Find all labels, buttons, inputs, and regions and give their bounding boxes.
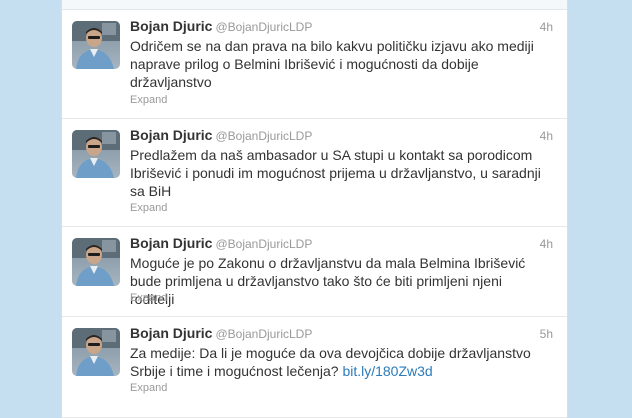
avatar[interactable] (72, 21, 120, 69)
tweet-text: Odričem se na dan prava na bilo kakvu po… (130, 38, 534, 90)
tweet-header: Bojan Djuric @BojanDjuricLDP (130, 235, 312, 253)
tweet-stream: Bojan Djuric @BojanDjuricLDP 4h Odričem s… (61, 0, 568, 418)
author-handle[interactable]: @BojanDjuricLDP (215, 237, 312, 251)
expand-link[interactable]: Expand (130, 94, 167, 106)
avatar[interactable] (72, 328, 120, 376)
author-name[interactable]: Bojan Djuric (130, 18, 212, 34)
tweet-timestamp[interactable]: 4h (540, 237, 553, 251)
tweet-text: Predlažem da naš ambasador u SA stupi u … (130, 147, 541, 199)
expand-link[interactable]: Expand (130, 382, 167, 394)
author-name[interactable]: Bojan Djuric (130, 325, 212, 341)
author-handle[interactable]: @BojanDjuricLDP (215, 20, 312, 34)
tweet-item[interactable]: Bojan Djuric @BojanDjuricLDP 4h Odričem s… (62, 10, 567, 119)
tweet-item[interactable]: Bojan Djuric @BojanDjuricLDP 4h Predlažem… (62, 119, 567, 227)
avatar[interactable] (72, 130, 120, 178)
tweet-timestamp[interactable]: 5h (540, 327, 553, 341)
expand-link[interactable]: Expand (130, 202, 167, 214)
author-name[interactable]: Bojan Djuric (130, 235, 212, 251)
expand-link[interactable]: Expand (130, 292, 167, 304)
tweet-header: Bojan Djuric @BojanDjuricLDP (130, 127, 312, 145)
tweet-item[interactable]: Bojan Djuric @BojanDjuricLDP 5h Za medije… (62, 317, 567, 418)
tweet-text: Moguće je po Zakonu o državljanstvu da m… (130, 255, 526, 307)
author-handle[interactable]: @BojanDjuricLDP (215, 327, 312, 341)
tweet-header: Bojan Djuric @BojanDjuricLDP (130, 18, 312, 36)
tweet-link[interactable]: bit.ly/180Zw3d (342, 363, 432, 379)
tweet-text-body: Za medije: Da li je moguće da ova devojč… (130, 345, 531, 379)
page-background-right (567, 0, 632, 418)
author-handle[interactable]: @BojanDjuricLDP (215, 129, 312, 143)
author-name[interactable]: Bojan Djuric (130, 127, 212, 143)
tweet-text: Za medije: Da li je moguće da ova devojč… (130, 344, 550, 380)
tweet-timestamp[interactable]: 4h (540, 129, 553, 143)
tweet-timestamp[interactable]: 4h (540, 20, 553, 34)
avatar[interactable] (72, 238, 120, 286)
tweet-item[interactable]: Bojan Djuric @BojanDjuricLDP 4h Moguće je… (62, 227, 567, 317)
tweet-header: Bojan Djuric @BojanDjuricLDP (130, 325, 312, 343)
stream-top-edge (62, 0, 567, 10)
